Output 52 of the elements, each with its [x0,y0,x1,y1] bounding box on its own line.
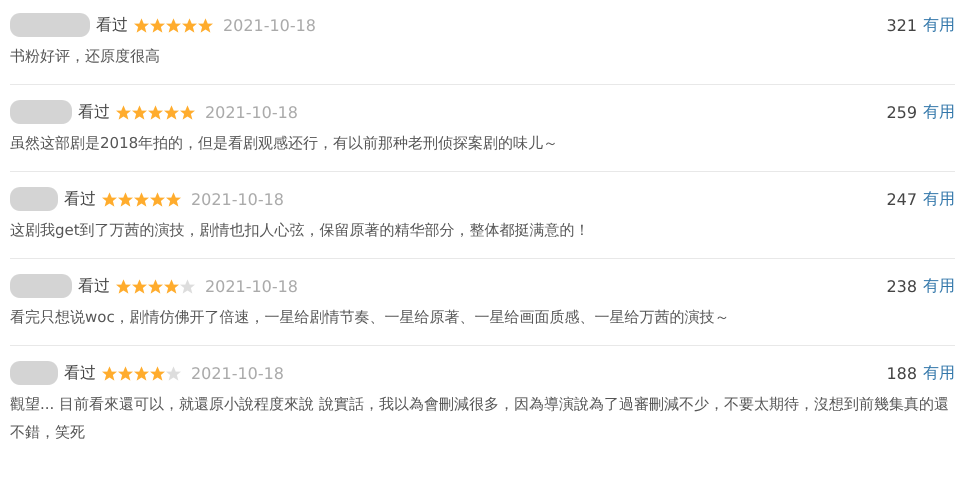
review-text: 看完只想说woc，剧情仿佛开了倍速，一星给剧情节奏、一星给原著、一星给画面质感、一星给万茜的演技～ [10,307,731,328]
watched-status: 看过 [78,102,110,122]
vote-count: 188 [886,364,917,382]
star-icon [118,192,133,206]
star-icon [134,366,149,380]
star-icon [150,366,165,380]
star-icon [180,104,195,120]
star-icon [132,278,147,294]
blurred-username [10,274,72,298]
star-icon [102,192,117,206]
review-date: 2021-10-18 [191,190,284,208]
watched-status: 看过 [64,188,96,210]
star-icon [164,278,179,294]
review-date: 2021-10-18 [205,102,298,122]
star-icon [148,104,163,120]
review-text: 书粉好评，还原度很高 [10,46,161,67]
review-text: 这剧我get到了万茜的演技，剧情也扣人心弦，保留原著的精华部分，整体都挺满意的！ [10,220,591,241]
watched-status: 看过 [64,362,96,384]
vote-count: 321 [886,16,917,34]
useful-link[interactable]: 有用 [923,276,955,296]
star-icon [116,278,131,294]
review-text: 觀望... 目前看來還可以，就還原小說程度來說 說實話，我以為會刪減很多，因為導演說為了過審刪減不少，不要太期待，沒想到前幾集真的還不錯，笑死 [10,394,950,443]
star-icon [166,192,181,206]
vote-count: 259 [886,102,917,122]
watched-status: 看过 [78,276,110,296]
star-icon [132,104,147,120]
star-icon [116,104,131,120]
review-date: 2021-10-18 [191,364,284,382]
vote-count: 247 [886,190,917,208]
star-icon [150,18,165,32]
star-icon [182,18,197,32]
star-icon [164,104,179,120]
useful-link[interactable]: 有用 [923,362,955,384]
blurred-username [10,361,58,385]
review-date: 2021-10-18 [223,16,316,34]
star-icon [102,366,117,380]
star-icon [148,278,163,294]
review-text: 虽然这部剧是2018年拍的，但是看剧观感还行，有以前那种老刑侦探案剧的味儿～ [10,133,560,154]
vote-count: 238 [886,276,917,296]
useful-link[interactable]: 有用 [923,102,955,122]
useful-link[interactable]: 有用 [923,14,955,36]
star-icon [118,366,133,380]
blurred-username [10,100,72,124]
star-icon [166,18,181,32]
star-icon [134,192,149,206]
blurred-username [10,187,58,211]
star-icon [150,192,165,206]
review-date: 2021-10-18 [205,276,298,296]
useful-link[interactable]: 有用 [923,188,955,210]
watched-status: 看过 [96,14,128,36]
star-icon [134,18,149,32]
star-icon [198,18,213,32]
